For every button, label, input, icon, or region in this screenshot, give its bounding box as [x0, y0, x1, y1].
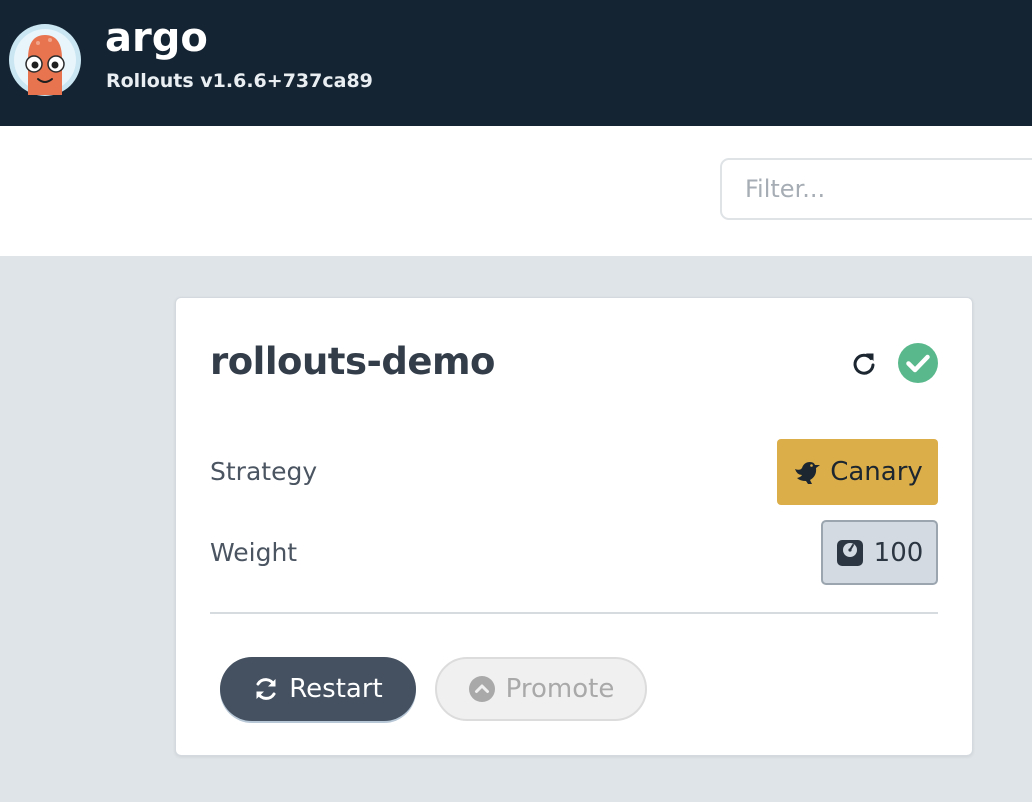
- strategy-value: Canary: [830, 457, 923, 487]
- check-circle-icon: [898, 343, 938, 383]
- app-version: Rollouts v1.6.6+737ca89: [106, 70, 373, 92]
- strategy-badge: Canary: [777, 439, 938, 505]
- rollout-name: rollouts-demo: [210, 340, 495, 383]
- canary-bird-icon: [795, 462, 821, 484]
- restart-button[interactable]: Restart: [220, 657, 416, 721]
- weight-badge: 100: [821, 520, 938, 585]
- rollout-card[interactable]: rollouts-demo Strategy Canary Weight 100: [175, 297, 973, 756]
- app-header: argo Rollouts v1.6.6+737ca89: [0, 0, 1032, 126]
- promote-button[interactable]: Promote: [435, 657, 647, 721]
- brand-name: argo: [105, 15, 208, 61]
- filter-input[interactable]: [720, 158, 1032, 220]
- promote-label: Promote: [505, 674, 615, 704]
- weight-value: 100: [873, 537, 924, 568]
- weight-label: Weight: [210, 538, 298, 567]
- chevron-circle-up-icon: [468, 676, 495, 702]
- divider: [210, 612, 938, 614]
- toolbar: [0, 126, 1032, 256]
- argo-logo: [9, 24, 81, 96]
- weight-scale-icon: [836, 539, 863, 566]
- refresh-icon[interactable]: [850, 350, 878, 378]
- restart-label: Restart: [289, 674, 383, 704]
- sync-icon: [256, 678, 276, 700]
- strategy-label: Strategy: [210, 457, 318, 486]
